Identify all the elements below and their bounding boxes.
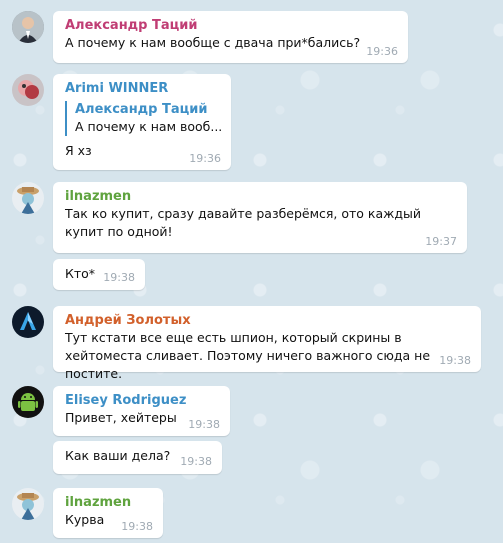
sender-name[interactable]: Arimi WINNER	[65, 80, 220, 97]
hat-character-avatar-icon	[12, 182, 44, 214]
blue-logo-avatar-icon	[12, 306, 44, 338]
sender-name[interactable]: ilnazmen	[65, 494, 152, 511]
message-bubble-6: Elisey Rodriguez Привет, хейтеры 19:38	[53, 386, 230, 436]
sender-name[interactable]: Александр Таций	[65, 17, 397, 34]
message-time: 19:38	[103, 271, 135, 284]
sender-name[interactable]: Elisey Rodriguez	[65, 392, 219, 409]
message-time: 19:36	[189, 152, 221, 165]
message-bubble-2: Arimi WINNER Александр Таций А почему к …	[53, 74, 231, 170]
quote-sender: Александр Таций	[75, 102, 208, 117]
message-text: Тут кстати все еще есть шпион, который с…	[65, 330, 431, 381]
message-text: Так ко купит, сразу давайте разберёмся, …	[65, 206, 422, 239]
pink-character-avatar-icon	[12, 74, 44, 106]
message-text: А почему к нам вообще с двача при*бались…	[65, 35, 361, 50]
avatar-andrey[interactable]	[12, 306, 44, 338]
avatar-ilnazmen-2[interactable]	[12, 488, 44, 520]
android-avatar-icon	[12, 386, 44, 418]
man-in-suit-avatar-icon	[12, 11, 44, 43]
message-bubble-5: Андрей Золотых Тут кстати все еще есть ш…	[53, 306, 481, 381]
avatar-alexandr[interactable]	[12, 11, 44, 43]
message-bubble-1: Александр Таций А почему к нам вообще с …	[53, 11, 408, 63]
reply-quote[interactable]: Александр Таций А почему к нам вооб...	[65, 101, 223, 136]
avatar-elisey[interactable]	[12, 386, 44, 418]
avatar-arimi[interactable]	[12, 74, 44, 106]
message-bubble-3: ilnazmen Так ко купит, сразу давайте раз…	[53, 182, 467, 253]
message-bubble-8: ilnazmen Курва 19:38	[53, 488, 163, 538]
message-time: 19:38	[439, 354, 471, 367]
message-time: 19:38	[180, 455, 212, 468]
quote-text: А почему к нам вооб...	[75, 119, 223, 134]
sender-name[interactable]: Андрей Золотых	[65, 312, 470, 329]
message-bubble-4: Кто* 19:38	[53, 259, 145, 290]
message-time: 19:38	[188, 418, 220, 431]
avatar-ilnazmen[interactable]	[12, 182, 44, 214]
message-time: 19:36	[366, 45, 398, 58]
message-time: 19:38	[121, 520, 153, 533]
message-bubble-7: Как ваши дела? 19:38	[53, 441, 222, 474]
hat-character-avatar-icon	[12, 488, 44, 520]
message-time: 19:37	[425, 235, 457, 248]
sender-name[interactable]: ilnazmen	[65, 188, 456, 205]
